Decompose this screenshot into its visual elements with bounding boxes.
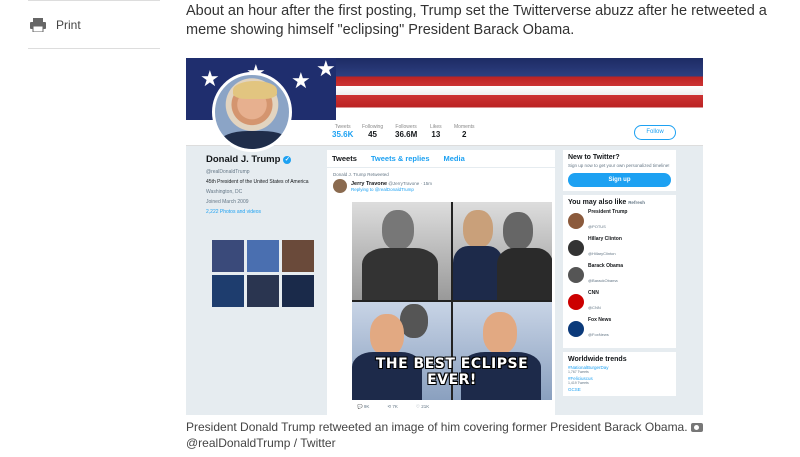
stat-followers[interactable]: Followers 36.6M — [395, 124, 417, 139]
suggestion-item[interactable]: Hillary Clinton @HillaryClinton — [568, 236, 671, 260]
signup-button[interactable]: Sign up — [568, 173, 671, 187]
wtf-title: You may also like — [568, 199, 627, 206]
avatar[interactable] — [333, 179, 347, 193]
tab-media[interactable]: Media — [444, 154, 465, 163]
stat-likes[interactable]: Likes 13 — [430, 124, 442, 139]
suggestion-item[interactable]: Barack Obama @BarackObama — [568, 263, 671, 287]
profile-handle: @realDonaldTrump — [206, 169, 250, 175]
profile-bio: 45th President of the United States of A… — [206, 179, 309, 185]
photo-thumb[interactable] — [212, 240, 244, 272]
photo-thumb[interactable] — [282, 240, 314, 272]
suggestion-item[interactable]: President Trump @POTUS — [568, 209, 671, 233]
retweet-button[interactable]: ⟲ 7K — [387, 404, 398, 410]
printer-icon — [30, 18, 46, 32]
stat-following[interactable]: Following 45 — [362, 124, 383, 139]
camera-icon — [690, 423, 703, 432]
tab-tweets[interactable]: Tweets — [332, 154, 357, 163]
verified-icon: ✓ — [283, 155, 292, 164]
trend-item[interactable]: #NationalBurgerDay 1,767 Tweets — [568, 365, 671, 374]
divider — [28, 0, 160, 1]
article-paragraph: About an hour after the first posting, T… — [186, 3, 767, 38]
photo-credit: @realDonaldTrump / Twitter — [186, 436, 336, 450]
tweet-author[interactable]: Jerry Travone — [351, 181, 387, 187]
feed-tabs: Tweets Tweets & replies Media — [327, 150, 555, 168]
twitter-embed-image[interactable]: ★ ★ ★ ★ Tweets35.6K Following45 Follower… — [186, 58, 703, 415]
right-sidebar: New to Twitter? Sign up now to get your … — [563, 150, 676, 400]
caption-text: President Donald Trump retweeted an imag… — [186, 420, 688, 434]
stat-moments[interactable]: Moments 2 — [454, 124, 475, 139]
photo-thumb[interactable] — [247, 275, 279, 307]
print-button[interactable]: Print — [30, 18, 81, 32]
photo-grid — [212, 240, 315, 307]
suggestion-item[interactable]: CNN @CNN — [568, 290, 671, 314]
trends-card: Worldwide trends #NationalBurgerDay 1,767… — [563, 352, 676, 396]
who-to-follow: You may also like Refresh President Trum… — [563, 195, 676, 348]
reply-button[interactable]: 💬 9K — [357, 404, 369, 410]
profile-name[interactable]: Donald J. Trump — [206, 154, 280, 165]
tweet-handle: @JerryTravone · 15m — [388, 180, 433, 186]
print-label: Print — [56, 18, 81, 32]
sidebar: Print — [0, 0, 170, 457]
profile-photos-link[interactable]: 2,222 Photos and videos — [206, 209, 316, 215]
photo-thumb[interactable] — [212, 275, 244, 307]
tweet-actions: 💬 9K ⟲ 7K ♡ 21K — [357, 404, 429, 410]
divider — [28, 48, 160, 49]
profile-location: Washington, DC — [206, 189, 243, 195]
follow-button[interactable]: Follow — [634, 125, 676, 140]
trends-title: Worldwide trends — [568, 356, 627, 363]
tweet-feed: Tweets Tweets & replies Media Donald J. … — [327, 150, 555, 415]
signup-title: New to Twitter? — [568, 154, 620, 161]
stat-tweets[interactable]: Tweets 35.6K — [332, 124, 353, 139]
suggestion-item[interactable]: Fox News @FoxNews — [568, 317, 671, 341]
signup-subtitle: Sign up now to get your own personalized… — [568, 163, 670, 168]
image-caption: President Donald Trump retweeted an imag… — [186, 419, 786, 451]
like-button[interactable]: ♡ 21K — [416, 404, 429, 410]
refresh-link[interactable]: Refresh — [628, 200, 645, 205]
trend-item[interactable]: #Feliciuscus 1,419 Tweets — [568, 376, 671, 385]
photo-thumb[interactable] — [247, 240, 279, 272]
trend-item[interactable]: GCSE — [568, 387, 671, 392]
tweet-header: Donald J. Trump Retweeted Jerry Travone … — [327, 168, 555, 197]
signup-card: New to Twitter? Sign up now to get your … — [563, 150, 676, 191]
profile-joined: Joined March 2009 — [206, 199, 249, 205]
retweet-notice: Donald J. Trump Retweeted — [333, 172, 389, 177]
profile-card: Donald J. Trump ✓ @realDonaldTrump 45th P… — [206, 154, 316, 219]
replying-to[interactable]: Replying to @realDonaldTrump — [351, 187, 432, 192]
tab-tweets-replies[interactable]: Tweets & replies — [371, 154, 430, 163]
photo-thumb[interactable] — [282, 275, 314, 307]
meme-caption: THE BEST ECLIPSE EVER! — [375, 356, 529, 388]
avatar — [212, 72, 292, 152]
tweet-meme-image[interactable]: THE BEST ECLIPSE EVER! — [352, 202, 552, 400]
